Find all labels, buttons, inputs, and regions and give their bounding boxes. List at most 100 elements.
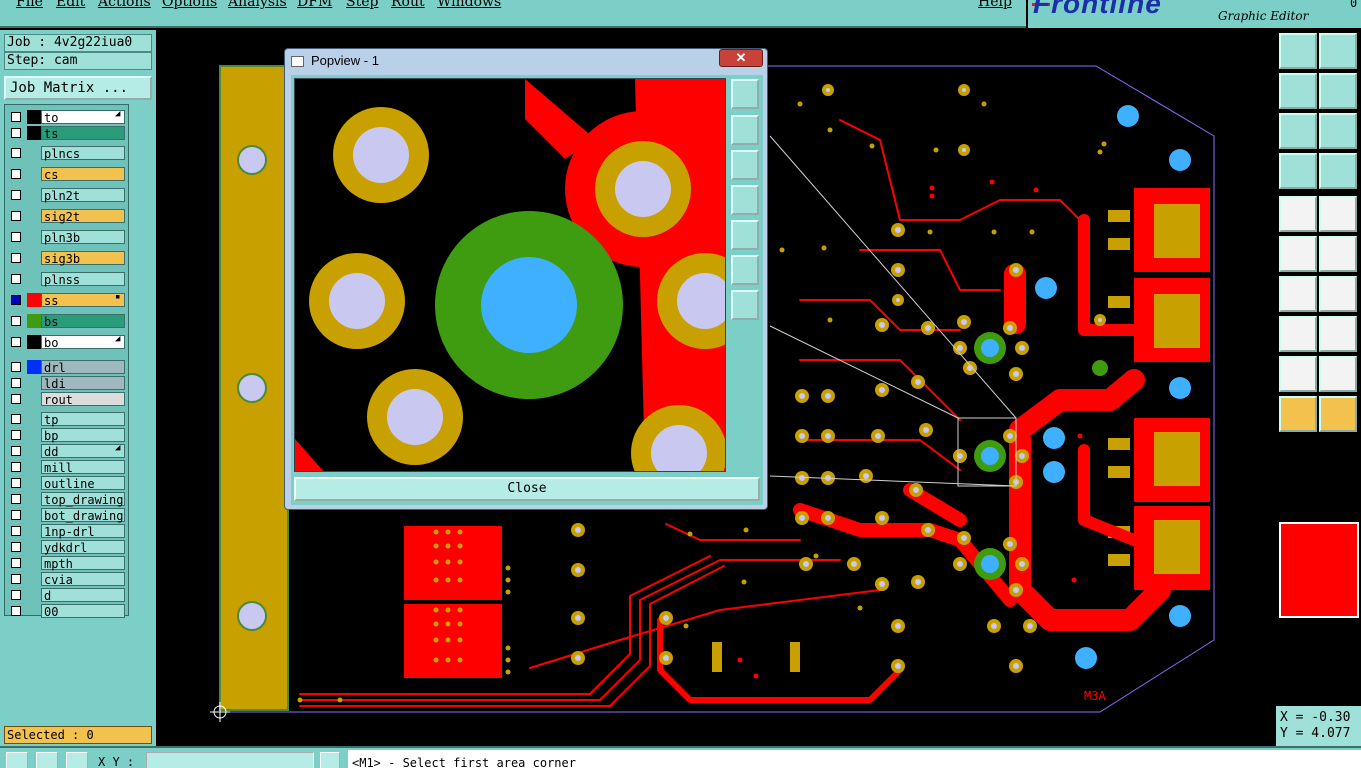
menu-help[interactable]: Help [978,0,1012,10]
layer-row[interactable]: d [5,587,129,603]
layer-checkbox[interactable] [11,337,21,347]
pad-tool-button[interactable] [1279,316,1317,352]
pan-down-button[interactable] [1319,33,1357,69]
menu-file[interactable]: File [16,0,43,10]
layer-color-swatch[interactable] [27,293,41,307]
dash-tool-button[interactable] [1319,316,1357,352]
pan-down-icon[interactable] [731,150,759,180]
grid-mode-icon[interactable] [66,752,88,768]
layer-checkbox[interactable] [11,274,21,284]
cursor-mode-icon[interactable] [320,752,340,768]
layer-checkbox[interactable] [11,414,21,424]
layer-checkbox[interactable] [11,253,21,263]
menu-actions[interactable]: Actions [98,0,151,10]
layer-checkbox[interactable] [11,112,21,122]
layer-name[interactable]: plncs [41,146,125,161]
layer-name[interactable]: ts [41,126,125,141]
layer-row[interactable]: tp [5,411,129,427]
pan-up-icon[interactable] [731,115,759,145]
select-area-tool-button[interactable] [1319,396,1357,432]
layer-row[interactable]: 00 [5,603,129,619]
layer-name[interactable]: sig2t [41,209,125,224]
layer-row[interactable]: sig2t [5,208,129,224]
layer-row[interactable]: bp [5,427,129,443]
layer-checkbox[interactable] [11,232,21,242]
layer-row[interactable]: bot_drawing [5,507,129,523]
layer-color-swatch[interactable] [27,335,41,349]
layer-name[interactable]: cs [41,167,125,182]
layer-checkbox[interactable] [11,558,21,568]
layer-name[interactable]: cvia [41,572,125,587]
delete-tool-button[interactable] [1319,236,1357,272]
layer-row[interactable]: dd ◢ [5,443,129,459]
layer-name[interactable]: ldi [41,376,125,391]
pan-left-icon[interactable] [731,185,759,215]
layer-row[interactable]: ts [5,125,129,141]
layer-name[interactable]: 1np-drl [41,524,125,539]
layer-row[interactable]: ldi [5,375,129,391]
layer-row[interactable]: mpth [5,555,129,571]
peak-tool-button[interactable] [1319,356,1357,392]
zoom-in-icon[interactable] [731,290,759,320]
layer-row[interactable]: mill [5,459,129,475]
layer-checkbox[interactable] [11,430,21,440]
layer-row[interactable]: to ◢ [5,109,129,125]
arrow-line-tool-button[interactable] [1319,276,1357,312]
layer-checkbox[interactable] [11,362,21,372]
layer-name[interactable]: sig3b [41,251,125,266]
layer-checkbox[interactable] [11,295,21,305]
layer-color-swatch[interactable] [27,126,41,140]
zoom-home-button[interactable] [1279,113,1317,149]
snap-button[interactable] [1319,153,1357,189]
layer-row[interactable]: bs [5,313,129,329]
layer-name[interactable]: ydkdrl [41,540,125,555]
layer-checkbox[interactable] [11,590,21,600]
select-tool-button[interactable] [1279,396,1317,432]
popview-zoom-view[interactable] [294,78,726,472]
zoom-out-icon[interactable] [731,255,759,285]
layer-row[interactable]: 1np-drl [5,523,129,539]
layer-checkbox[interactable] [11,606,21,616]
layer-checkbox[interactable] [11,574,21,584]
zoom-area-button[interactable] [1319,113,1357,149]
layer-name[interactable]: top_drawing [41,492,125,507]
layer-row[interactable]: outline [5,475,129,491]
menu-dfm[interactable]: DFM [297,0,332,10]
layer-name[interactable]: outline [41,476,125,491]
layer-row[interactable]: pln2t [5,187,129,203]
layer-checkbox[interactable] [11,394,21,404]
menu-analysis[interactable]: Analysis [228,0,287,10]
layer-row[interactable]: ydkdrl [5,539,129,555]
layer-checkbox[interactable] [11,211,21,221]
layer-row[interactable]: sig3b [5,250,129,266]
layer-checkbox[interactable] [11,169,21,179]
layer-row[interactable]: drl [5,359,129,375]
job-matrix-button[interactable]: Job Matrix ... [4,76,152,100]
layer-name[interactable]: pln2t [41,188,125,203]
pan-up-button[interactable] [1279,33,1317,69]
layer-color-swatch[interactable] [27,314,41,328]
layer-name[interactable]: ss [41,293,125,308]
layer-row[interactable]: rout [5,391,129,407]
layer-checkbox[interactable] [11,446,21,456]
layer-name[interactable]: 00 [41,604,125,619]
window-close-button[interactable]: ✕ [719,49,763,67]
triangle-tool-button[interactable] [1279,356,1317,392]
layer-checkbox[interactable] [11,190,21,200]
layer-row[interactable]: cs [5,166,129,182]
layer-row[interactable]: plnss [5,271,129,287]
layer-row[interactable]: ss ▪ [5,292,129,308]
layer-checkbox[interactable] [11,542,21,552]
menu-step[interactable]: Step [346,0,378,10]
layer-name[interactable]: tp [41,412,125,427]
layer-row[interactable]: pln3b [5,229,129,245]
layer-name[interactable]: rout [41,392,125,407]
menu-options[interactable]: Options [162,0,217,10]
menu-edit[interactable]: Edit [56,0,85,10]
layer-name[interactable]: bs [41,314,125,329]
layer-row[interactable]: cvia [5,571,129,587]
layer-name[interactable]: dd [41,444,125,459]
drill-tool-button[interactable] [1279,196,1317,232]
layer-name[interactable]: bo [41,335,125,350]
layer-checkbox[interactable] [11,128,21,138]
